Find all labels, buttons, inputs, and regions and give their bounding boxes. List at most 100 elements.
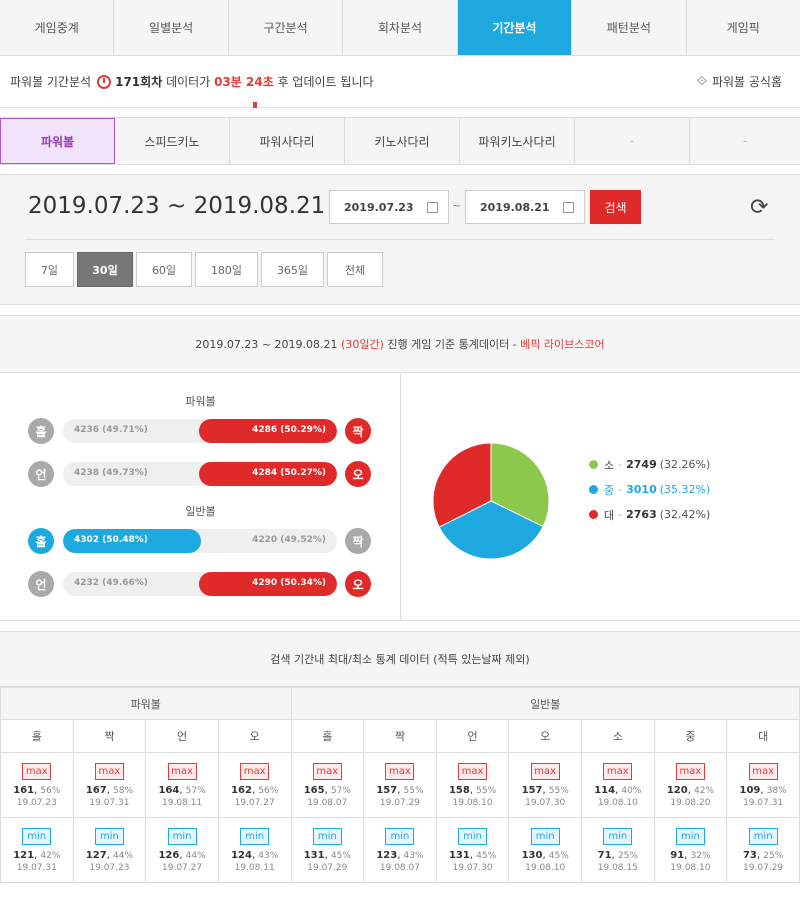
max-badge: max [530,762,560,780]
tab-period-analysis[interactable]: 기간분석 [457,0,573,55]
stats-range: 2019.07.23 ~ 2019.08.21 [195,337,338,351]
max-badge: max [312,762,342,780]
min-cell: min 131, 45% 19.07.30 [435,817,510,883]
odd-even-bars: 파워볼 홀 4236 (49.71%) 4286 (50.29%) 짝 언 42… [0,373,401,620]
count-value: 73 [742,849,757,861]
legend-value: 2763 [626,508,657,521]
count-value: 158 [448,784,470,796]
count-value: 161 [13,784,35,796]
min-badge: min [530,827,560,845]
min-cell: min 131, 45% 19.07.29 [290,817,365,883]
legend-name: 소 [604,458,615,472]
period-365d-button[interactable]: 365일 [261,252,324,287]
max-badge: max [94,762,124,780]
count-value: 71 [597,849,612,861]
count-value: 164 [158,784,180,796]
official-home-link[interactable]: ⟐ 파워볼 공식홈 [697,73,782,90]
stats-header: 2019.07.23 ~ 2019.08.21 (30일간) 진행 게임 기준 … [0,316,800,373]
date-value: 19.07.23 [89,862,130,873]
calendar-icon[interactable] [563,202,574,213]
legend-dot [589,510,598,519]
count-value: 114 [594,784,616,796]
legend-item: 소 - 2749 (32.26%) [589,458,710,472]
percent-value: 45% [330,850,351,861]
period-all-button[interactable]: 전체 [327,252,383,287]
count-value: 91 [670,849,685,861]
count-value: 157 [521,784,543,796]
max-badge: max [458,762,488,780]
divider [25,239,775,240]
max-cell: max 114, 40% 19.08.10 [581,752,655,818]
tab-powerball[interactable]: 파워볼 [0,118,115,164]
tab-powerladder[interactable]: 파워사다리 [230,118,345,164]
column-header: 중 [653,719,728,753]
tab-game-broadcast[interactable]: 게임중계 [0,0,115,55]
bar-right-value: 4220 (49.52%) [252,535,326,545]
date-separator: ~ [452,199,462,212]
percent-value: 44% [185,850,206,861]
table-title: 검색 기간내 최대/최소 통계 데이터 (적특 있는날짜 제외) [0,632,800,687]
even-icon: 짝 [345,418,371,444]
period-180d-button[interactable]: 180일 [195,252,258,287]
size-pie-chart [432,442,550,560]
info-suffix: 후 업데이트 됩니다 [277,75,374,89]
period-7d-button[interactable]: 7일 [25,252,74,287]
tab-speedkeno[interactable]: 스피드키노 [115,118,230,164]
legend-item: 대 - 2763 (32.42%) [589,508,710,522]
column-header: 짝 [363,719,437,753]
stats-days: (30일간) [341,338,384,351]
percent-value: 55% [476,785,497,796]
max-badge: max [385,762,415,780]
count-value: 124 [231,849,252,861]
powerball-group-header: 파워볼 [0,687,292,720]
max-min-table-section: 검색 기간내 최대/최소 통계 데이터 (적특 있는날짜 제외) 파워볼 일반볼… [0,631,800,883]
selected-date-range: 2019.07.23 ~ 2019.08.21 [28,193,326,219]
bar-left-value: 4236 (49.71%) [74,425,148,435]
percent-value: 44% [113,850,134,861]
tab-daily-analysis[interactable]: 일별분석 [114,0,229,55]
date-value: 19.08.11 [234,862,275,873]
column-header: 오 [217,719,292,753]
date-value: 19.08.07 [379,862,420,873]
stats-source: 베픽 라이브스코어 [520,338,605,351]
over-icon: 오 [345,571,371,597]
refresh-icon[interactable]: ⟳ [750,195,768,220]
bar-right-value: 4290 (50.34%) [252,578,326,588]
tab-round-analysis[interactable]: 회차분석 [343,0,458,55]
info-mid: 데이터가 [166,75,211,89]
start-date-input[interactable]: 2019.07.23 [329,190,449,224]
info-prefix: 파워볼 기간분석 [10,75,92,89]
date-value: 19.07.31 [89,797,130,808]
under-icon: 언 [28,571,54,597]
even-icon: 짝 [345,528,371,554]
percent-value: 55% [403,785,424,796]
tab-game-pick[interactable]: 게임픽 [687,0,800,55]
legend-name: 대 [604,508,615,522]
end-date-value: 2019.08.21 [480,200,550,214]
count-value: 123 [376,849,398,861]
search-button[interactable]: 검색 [590,190,641,224]
clock-icon [97,74,112,89]
end-date-input[interactable]: 2019.08.21 [465,190,585,224]
tab-section-analysis[interactable]: 구간분석 [229,0,344,55]
column-header: 홀 [290,719,365,753]
odd-icon: 홀 [28,418,54,444]
period-30d-button[interactable]: 30일 [77,252,133,287]
tab-pattern-analysis[interactable]: 패턴분석 [572,0,687,55]
period-60d-button[interactable]: 60일 [136,252,192,287]
max-cell: max 109, 38% 19.07.31 [726,752,800,818]
date-value: 19.07.23 [16,797,57,808]
max-badge: max [748,762,778,780]
count-value: 165 [303,784,325,796]
min-badge: min [94,827,124,845]
tab-kenoladder[interactable]: 키노사다리 [345,118,460,164]
over-icon: 오 [345,461,371,487]
calendar-icon[interactable] [427,202,438,213]
bar-track: 4232 (49.66%) 4290 (50.34%) [63,572,337,596]
date-value: 19.07.31 [16,862,57,873]
date-range-panel: 2019.07.23 ~ 2019.08.21 2019.07.23 ~ 201… [0,174,800,305]
column-header: 언 [145,719,219,753]
tab-powerkenoladder[interactable]: 파워키노사다리 [460,118,575,164]
home-link-icon: ⟐ [696,74,707,89]
percent-value: 56% [40,785,61,796]
